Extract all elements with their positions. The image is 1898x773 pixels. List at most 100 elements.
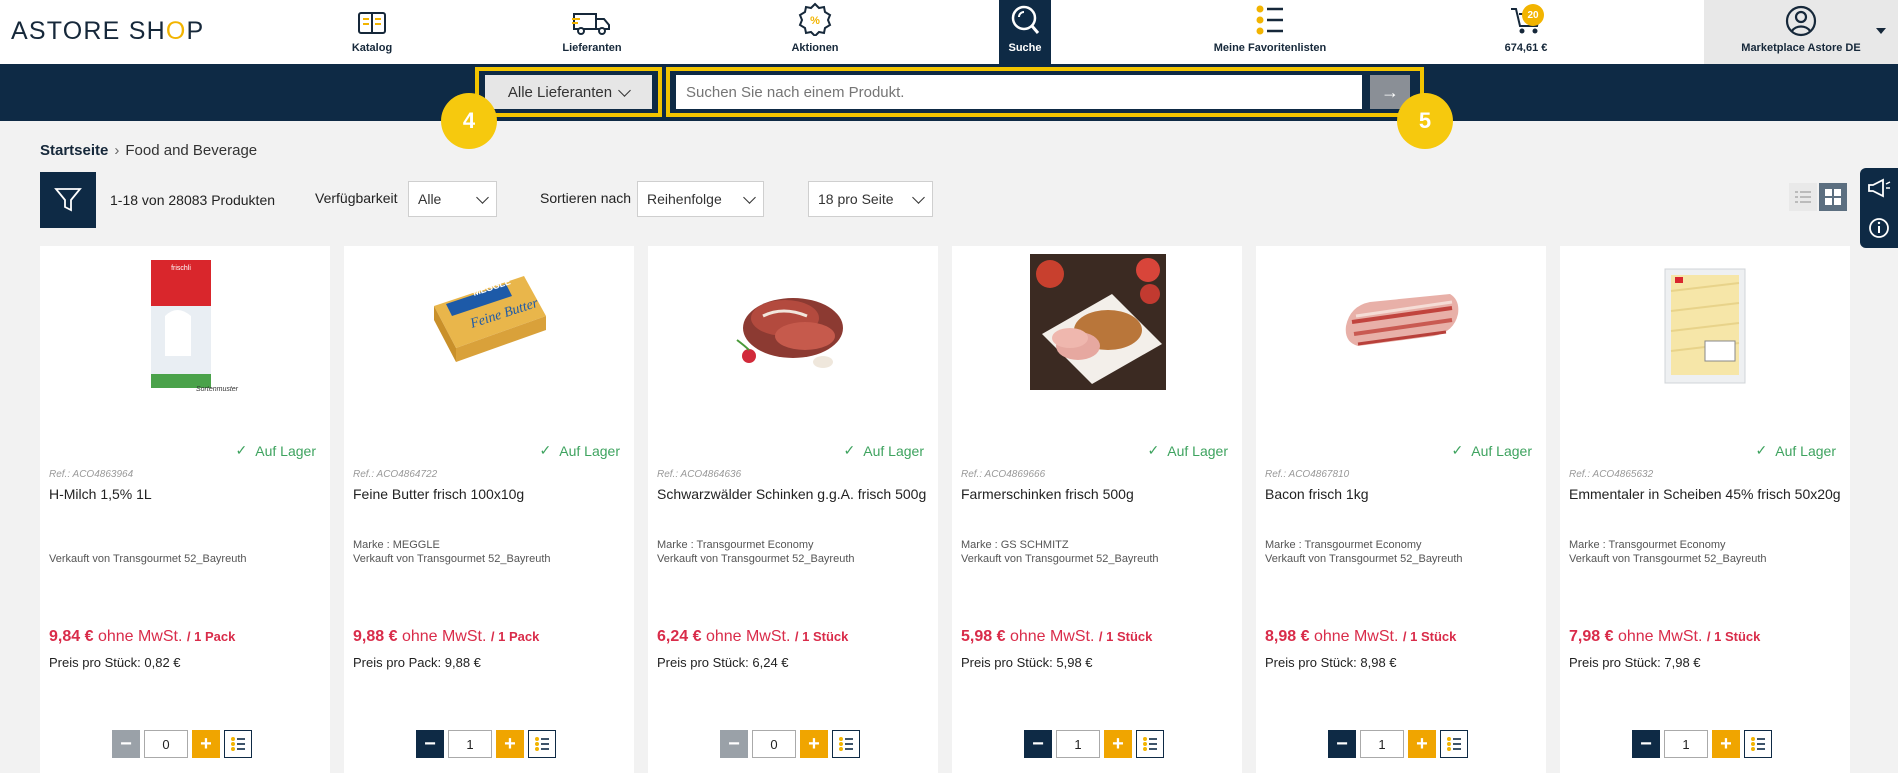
product-name[interactable]: Feine Butter frisch 100x10g <box>353 486 524 502</box>
decrease-quantity-button[interactable]: − <box>720 730 748 758</box>
quantity-stepper: − 1 + <box>1024 730 1164 758</box>
nav-label: Katalog <box>351 42 393 54</box>
nav-katalog[interactable]: Katalog <box>332 0 412 64</box>
quantity-input[interactable]: 0 <box>752 730 796 758</box>
stock-status: ✓ Auf Lager <box>236 442 316 459</box>
add-to-list-button[interactable] <box>832 730 860 758</box>
nav-aktionen[interactable]: % Aktionen <box>775 0 855 64</box>
product-card[interactable]: ✓ Auf Lager Ref.: ACO4864636 Schwarzwälde… <box>648 246 938 773</box>
farmer-ham-plate-image[interactable] <box>1030 254 1166 390</box>
grid-view-button[interactable] <box>1819 183 1847 211</box>
product-name[interactable]: Schwarzwälder Schinken g.g.A. frisch 500… <box>657 486 926 502</box>
vat-note: ohne MwSt. <box>401 628 487 645</box>
decrease-quantity-button[interactable]: − <box>112 730 140 758</box>
grid-view-icon <box>1825 189 1841 205</box>
cart-count-badge: 20 <box>1522 4 1544 26</box>
product-price: 6,24 € ohne MwSt. / 1 Stück <box>657 628 848 646</box>
add-to-list-button[interactable] <box>528 730 556 758</box>
product-name[interactable]: Emmentaler in Scheiben 45% frisch 50x20g <box>1569 486 1841 502</box>
product-seller: Verkauft von Transgourmet 52_Bayreuth <box>1265 553 1463 565</box>
add-to-list-button[interactable] <box>1744 730 1772 758</box>
increase-quantity-button[interactable]: + <box>1104 730 1132 758</box>
site-logo[interactable]: ASTORE SHOP <box>11 17 204 46</box>
product-ref: Ref.: ACO4864722 <box>353 469 438 480</box>
product-name[interactable]: Bacon frisch 1kg <box>1265 486 1369 502</box>
product-card[interactable]: ✓ Auf Lager Ref.: ACO4865632 Emmentaler i… <box>1560 246 1850 773</box>
price-unit: / 1 Stück <box>1098 629 1153 644</box>
quantity-input[interactable]: 1 <box>1056 730 1100 758</box>
price-per-unit: Preis pro Stück: 5,98 € <box>961 655 1093 670</box>
price-unit: / 1 Stück <box>1706 629 1761 644</box>
product-card[interactable]: ✓ Auf Lager Ref.: ACO4867810 Bacon frisch… <box>1256 246 1546 773</box>
add-to-list-button[interactable] <box>1440 730 1468 758</box>
breadcrumb-home[interactable]: Startseite <box>40 142 108 159</box>
nav-cart[interactable]: 20 674,61 € <box>1490 0 1562 64</box>
quantity-input[interactable]: 0 <box>144 730 188 758</box>
supplier-select-highlight: Alle Lieferanten <box>475 67 662 117</box>
availability-select[interactable]: Alle <box>408 181 497 217</box>
arrow-right-icon: → <box>1381 81 1399 102</box>
megaphone-icon[interactable] <box>1867 178 1891 198</box>
nav-lieferanten[interactable]: Lieferanten <box>552 0 632 64</box>
decrease-quantity-button[interactable]: − <box>416 730 444 758</box>
increase-quantity-button[interactable]: + <box>1408 730 1436 758</box>
availability-label: Verfügbarkeit <box>315 190 398 206</box>
check-icon: ✓ <box>539 442 552 458</box>
side-tab-panel <box>1860 168 1898 248</box>
info-icon[interactable] <box>1868 217 1890 239</box>
cheese-slices-pack-image[interactable] <box>1630 256 1780 396</box>
favorite-list-icon <box>1751 737 1765 751</box>
price-value: 5,98 € <box>961 628 1006 645</box>
list-view-button[interactable] <box>1789 183 1817 211</box>
milk-carton-image[interactable]: frischli Sortenmuster <box>110 256 260 396</box>
product-ref: Ref.: ACO4869666 <box>961 469 1046 480</box>
search-input[interactable] <box>676 75 1362 109</box>
price-per-unit: Preis pro Stück: 0,82 € <box>49 655 181 670</box>
per-page-select[interactable]: 18 pro Seite <box>808 181 933 217</box>
image-caption: Sortenmuster <box>196 386 239 393</box>
product-ref: Ref.: ACO4865632 <box>1569 469 1654 480</box>
price-unit: / 1 Stück <box>794 629 849 644</box>
decrease-quantity-button[interactable]: − <box>1024 730 1052 758</box>
chevron-down-icon <box>618 83 631 97</box>
product-name[interactable]: H-Milch 1,5% 1L <box>49 486 152 502</box>
increase-quantity-button[interactable]: + <box>192 730 220 758</box>
increase-quantity-button[interactable]: + <box>1712 730 1740 758</box>
product-ref: Ref.: ACO4864636 <box>657 469 742 480</box>
product-name[interactable]: Farmerschinken frisch 500g <box>961 486 1134 502</box>
product-card[interactable]: ✓ Auf Lager Ref.: ACO4869666 Farmerschink… <box>952 246 1242 773</box>
filter-button[interactable] <box>40 172 96 228</box>
discount-badge-icon: % <box>798 2 832 36</box>
price-value: 8,98 € <box>1265 628 1310 645</box>
nav-suche[interactable]: Suche <box>999 0 1051 64</box>
increase-quantity-button[interactable]: + <box>800 730 828 758</box>
sort-label: Sortieren nach <box>540 190 632 206</box>
add-to-list-button[interactable] <box>1136 730 1164 758</box>
account-menu[interactable]: Marketplace Astore DE <box>1704 0 1898 64</box>
stock-status: ✓ Auf Lager <box>844 442 924 459</box>
product-card[interactable]: MEGGLE Feine Butter ✓ Auf Lager Ref.: ACO4… <box>344 246 634 773</box>
ham-slices-image[interactable] <box>718 256 868 396</box>
product-seller: Verkauft von Transgourmet 52_Bayreuth <box>961 553 1159 565</box>
favorite-list-icon <box>231 737 245 751</box>
decrease-quantity-button[interactable]: − <box>1328 730 1356 758</box>
butter-pack-image[interactable]: MEGGLE Feine Butter <box>414 256 564 396</box>
bacon-strips-image[interactable] <box>1326 256 1476 396</box>
quantity-input[interactable]: 1 <box>1664 730 1708 758</box>
availability-value: Alle <box>418 191 442 207</box>
quantity-input[interactable]: 1 <box>1360 730 1404 758</box>
vat-note: ohne MwSt. <box>97 628 183 645</box>
stock-status: ✓ Auf Lager <box>1148 442 1228 459</box>
supplier-select[interactable]: Alle Lieferanten <box>485 75 652 109</box>
product-card[interactable]: frischli Sortenmuster ✓ Auf Lager Ref.: AC… <box>40 246 330 773</box>
decrease-quantity-button[interactable]: − <box>1632 730 1660 758</box>
nav-favoritenlisten[interactable]: Meine Favoritenlisten <box>1200 0 1340 64</box>
add-to-list-button[interactable] <box>224 730 252 758</box>
delivery-truck-icon <box>572 13 610 35</box>
sort-select[interactable]: Reihenfolge <box>637 181 764 217</box>
price-unit: / 1 Pack <box>186 629 236 644</box>
cart-total: 674,61 € <box>1504 42 1548 54</box>
price-value: 9,88 € <box>353 628 398 645</box>
increase-quantity-button[interactable]: + <box>496 730 524 758</box>
quantity-input[interactable]: 1 <box>448 730 492 758</box>
